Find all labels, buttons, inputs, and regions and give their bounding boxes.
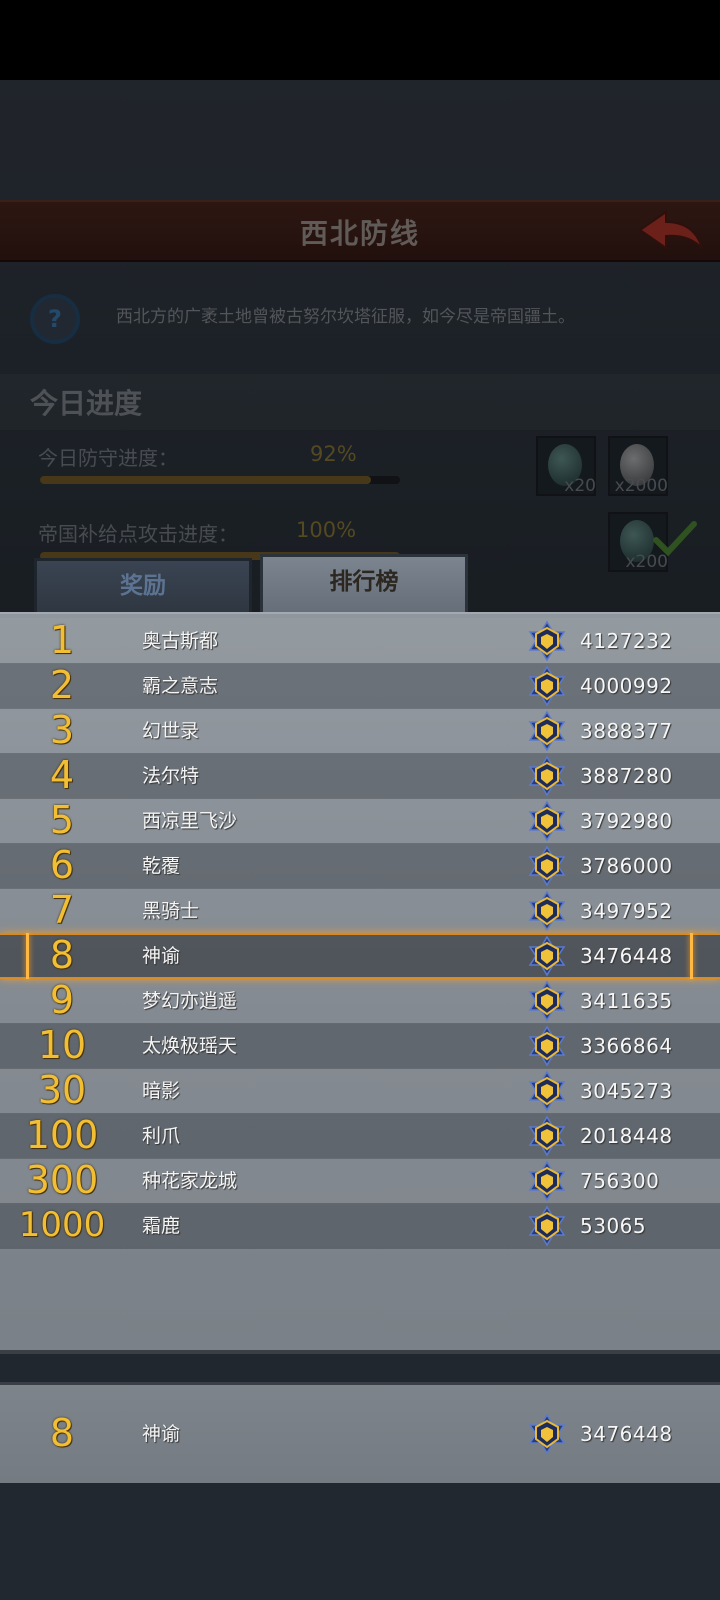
rank-badge-icon [528, 755, 566, 797]
rank-badge-icon [528, 620, 566, 662]
score-value: 4127232 [580, 629, 673, 653]
player-name: 神谕 [142, 945, 181, 967]
highlight-edge-right [690, 933, 693, 979]
score-value: 2018448 [580, 1124, 673, 1148]
player-name: 黑骑士 [142, 900, 200, 922]
score-value: 3476448 [580, 1422, 673, 1446]
player-name: 梦幻亦逍遥 [142, 990, 238, 1012]
tab-ranking[interactable]: 排行榜 [260, 554, 468, 615]
score-value: 3366864 [580, 1034, 673, 1058]
ranking-row[interactable]: 6 乾覆 3786000 [0, 843, 720, 889]
ranking-row[interactable]: 9 梦幻亦逍遥 3411635 [0, 978, 720, 1024]
ranking-row[interactable]: 10 太焕极瑶天 3366864 [0, 1023, 720, 1069]
ranking-row-highlighted[interactable]: 8 神谕 3476448 [0, 933, 720, 979]
score-value: 3411635 [580, 989, 673, 1013]
player-name: 霜鹿 [142, 1215, 181, 1237]
rank-badge-icon [528, 1205, 566, 1247]
score-value: 3045273 [580, 1079, 673, 1103]
ranking-row[interactable]: 30 暗影 3045273 [0, 1068, 720, 1114]
player-name: 暗影 [142, 1080, 181, 1102]
ranking-row[interactable]: 2 霸之意志 4000992 [0, 663, 720, 709]
player-name: 法尔特 [142, 765, 200, 787]
score-value: 4000992 [580, 674, 673, 698]
score-value: 3476448 [580, 944, 673, 968]
ranking-row[interactable]: 5 西凉里飞沙 3792980 [0, 798, 720, 844]
tab-rewards[interactable]: 奖励 [34, 558, 252, 618]
my-rank-row: 8 神谕 3476448 [0, 1382, 720, 1483]
score-value: 3792980 [580, 809, 673, 833]
rank-number: 8 [49, 1411, 75, 1455]
player-name: 种花家龙城 [142, 1170, 238, 1192]
player-name: 神谕 [142, 1423, 181, 1445]
rank-badge-icon [528, 890, 566, 932]
player-name: 乾覆 [142, 855, 181, 877]
dim-overlay [0, 80, 720, 620]
score-value: 3786000 [580, 854, 673, 878]
player-name: 霸之意志 [142, 675, 219, 697]
rank-badge-icon [528, 1025, 566, 1067]
ranking-row[interactable]: 7 黑骑士 3497952 [0, 888, 720, 934]
rank-badge-icon [528, 1115, 566, 1157]
ranking-list[interactable]: 1 奥古斯都 4127232 2 霸之意志 4000992 3 幻世录 3888377 4 法尔特 3… [0, 612, 720, 1354]
score-value: 3497952 [580, 899, 673, 923]
score-value: 53065 [580, 1214, 647, 1238]
ranking-row[interactable]: 100 利爪 2018448 [0, 1113, 720, 1159]
player-name: 幻世录 [142, 720, 200, 742]
ranking-row[interactable]: 1 奥古斯都 4127232 [0, 618, 720, 664]
player-name: 奥古斯都 [142, 630, 219, 652]
player-name: 太焕极瑶天 [142, 1035, 238, 1057]
ranking-row[interactable]: 3 幻世录 3888377 [0, 708, 720, 754]
rank-badge-icon [528, 980, 566, 1022]
score-value: 3887280 [580, 764, 673, 788]
rank-badge-icon [528, 1070, 566, 1112]
background-panel: 西北防线 ? 西北方的广袤土地曾被古努尔坎塔征服，如今尽是帝国疆土。 今日进度 … [0, 80, 720, 620]
rank-number: 1000 [18, 1205, 106, 1245]
rank-badge-icon [528, 710, 566, 752]
ranking-row[interactable]: 4 法尔特 3887280 [0, 753, 720, 799]
ranking-row[interactable]: 1000 霜鹿 53065 [0, 1203, 720, 1249]
player-name: 西凉里飞沙 [142, 810, 238, 832]
score-value: 756300 [580, 1169, 660, 1193]
highlight-edge-left [26, 933, 29, 979]
ranking-row[interactable]: 300 种花家龙城 756300 [0, 1158, 720, 1204]
rank-badge-icon [528, 800, 566, 842]
player-name: 利爪 [142, 1125, 181, 1147]
rank-badge-icon [528, 1160, 566, 1202]
score-value: 3888377 [580, 719, 673, 743]
rank-badge-icon [528, 1413, 566, 1455]
rank-badge-icon [528, 665, 566, 707]
game-screen: 西北防线 ? 西北方的广袤土地曾被古努尔坎塔征服，如今尽是帝国疆土。 今日进度 … [0, 80, 720, 1600]
rank-badge-icon [528, 935, 566, 977]
rank-badge-icon [528, 845, 566, 887]
